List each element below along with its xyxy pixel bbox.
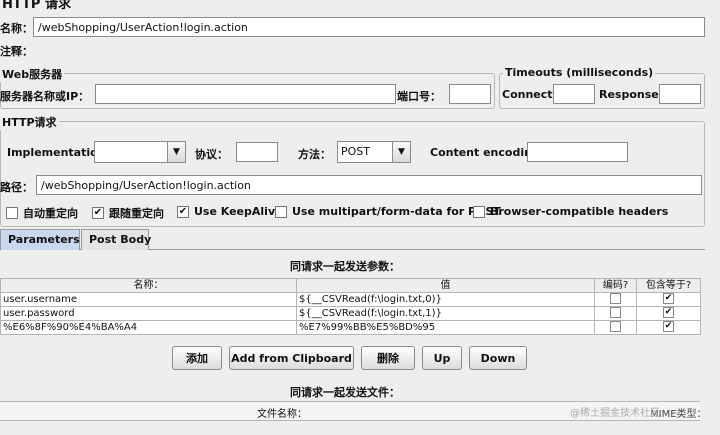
params-table: 名称： 值 编码? 包含等于? user.username ${__CSVRea… xyxy=(0,278,701,335)
path-label: 路径： xyxy=(0,181,33,194)
param-name-cell[interactable]: user.username xyxy=(0,292,297,307)
param-value-cell[interactable]: ${__CSVRead(f:\login.txt,1)} xyxy=(296,306,595,321)
checkbox-label: 跟随重定向 xyxy=(109,207,164,220)
up-button[interactable]: Up xyxy=(422,346,462,370)
comment-label: 注释： xyxy=(0,45,33,58)
chevron-down-icon[interactable]: ▼ xyxy=(392,142,410,162)
connect-label: Connect: xyxy=(502,88,557,101)
table-row[interactable]: user.username ${__CSVRead(f:\login.txt,0… xyxy=(0,292,701,307)
timeouts-title: Timeouts (milliseconds) xyxy=(503,66,656,79)
add-from-clipboard-button[interactable]: Add from Clipboard xyxy=(229,346,354,370)
follow-redirect-checkbox[interactable]: ✔ 跟随重定向 xyxy=(92,205,164,221)
param-name-cell[interactable]: user.password xyxy=(0,306,297,321)
param-value-cell[interactable]: %E7%99%BB%E5%BD%95 xyxy=(296,320,595,335)
port-label: 端口号： xyxy=(397,90,441,103)
protocol-label: 协议： xyxy=(195,148,228,161)
browser-headers-checkbox[interactable]: Browser-compatible headers xyxy=(473,205,668,218)
keepalive-checkbox[interactable]: ✔ Use KeepAlive xyxy=(177,205,283,218)
checkbox-label: Use multipart/form-data for POST xyxy=(292,205,501,218)
encode-checkbox[interactable] xyxy=(610,293,621,305)
column-header-encode[interactable]: 编码? xyxy=(594,278,637,293)
check-icon[interactable]: ✔ xyxy=(663,293,674,305)
column-header-filename[interactable]: 文件名称： xyxy=(257,405,307,420)
web-server-title: Web服务器 xyxy=(0,66,65,82)
response-input[interactable] xyxy=(659,84,701,104)
column-header-value[interactable]: 值 xyxy=(296,278,595,293)
include-equals-cell[interactable]: ✔ xyxy=(636,306,701,321)
encode-cell[interactable] xyxy=(594,320,637,335)
response-label: Response: xyxy=(599,88,664,101)
encode-cell[interactable] xyxy=(594,292,637,307)
table-header-row: 名称： 值 编码? 包含等于? xyxy=(0,278,701,293)
column-header-include-equals[interactable]: 包含等于? xyxy=(636,278,701,293)
check-icon[interactable]: ✔ xyxy=(663,307,674,319)
name-label: 名称： xyxy=(0,22,33,35)
checkbox-box[interactable] xyxy=(275,205,287,218)
down-button[interactable]: Down xyxy=(469,346,527,370)
watermark: @稀土掘金技术社区 xyxy=(570,408,660,419)
checkbox-label: Use KeepAlive xyxy=(194,205,283,218)
auto-redirect-checkbox[interactable]: 自动重定向 xyxy=(6,205,78,221)
method-select[interactable]: POST ▼ xyxy=(337,141,411,163)
check-icon[interactable]: ✔ xyxy=(92,207,104,219)
column-header-name[interactable]: 名称： xyxy=(0,278,297,293)
files-title: 同请求一起发送文件： xyxy=(290,386,400,399)
checkbox-box[interactable] xyxy=(473,205,485,218)
encode-cell[interactable] xyxy=(594,306,637,321)
delete-button[interactable]: 删除 xyxy=(361,346,415,370)
protocol-input[interactable] xyxy=(236,142,278,162)
path-input[interactable]: /webShopping/UserAction!login.action xyxy=(36,175,702,195)
check-icon[interactable]: ✔ xyxy=(663,321,674,333)
encode-checkbox[interactable] xyxy=(610,321,621,333)
encoding-input[interactable] xyxy=(527,142,628,162)
checkbox-label: 自动重定向 xyxy=(23,207,78,220)
chevron-down-icon[interactable]: ▼ xyxy=(167,142,185,162)
server-label: 服务器名称或IP： xyxy=(0,90,90,103)
check-icon[interactable]: ✔ xyxy=(177,205,189,218)
name-input[interactable]: /webShopping/UserAction!login.action xyxy=(33,17,705,37)
param-name-cell[interactable]: %E6%8F%90%E4%BA%A4 xyxy=(0,320,297,335)
encode-checkbox[interactable] xyxy=(610,307,621,319)
panel-title: HTTP 请求 xyxy=(2,0,71,12)
checkbox-box[interactable] xyxy=(6,207,18,219)
server-input[interactable] xyxy=(95,84,396,104)
include-equals-cell[interactable]: ✔ xyxy=(636,292,701,307)
tab-parameters[interactable]: Parameters xyxy=(0,229,80,250)
params-title: 同请求一起发送参数： xyxy=(290,260,400,273)
add-button[interactable]: 添加 xyxy=(172,346,222,370)
port-input[interactable] xyxy=(449,84,491,104)
connect-input[interactable] xyxy=(553,84,595,104)
multipart-checkbox[interactable]: Use multipart/form-data for POST xyxy=(275,205,501,218)
table-row[interactable]: user.password ${__CSVRead(f:\login.txt,1… xyxy=(0,306,701,321)
method-label: 方法： xyxy=(298,148,331,161)
checkbox-label: Browser-compatible headers xyxy=(490,205,669,218)
table-row[interactable]: %E6%8F%90%E4%BA%A4 %E7%99%BB%E5%BD%95 ✔ xyxy=(0,320,701,335)
tab-post-body[interactable]: Post Body xyxy=(81,229,151,250)
implementation-select[interactable]: ▼ xyxy=(94,141,186,163)
method-value: POST xyxy=(341,145,370,158)
include-equals-cell[interactable]: ✔ xyxy=(636,320,701,335)
param-value-cell[interactable]: ${__CSVRead(f:\login.txt,0)} xyxy=(296,292,595,307)
http-request-title: HTTP请求 xyxy=(0,114,59,130)
